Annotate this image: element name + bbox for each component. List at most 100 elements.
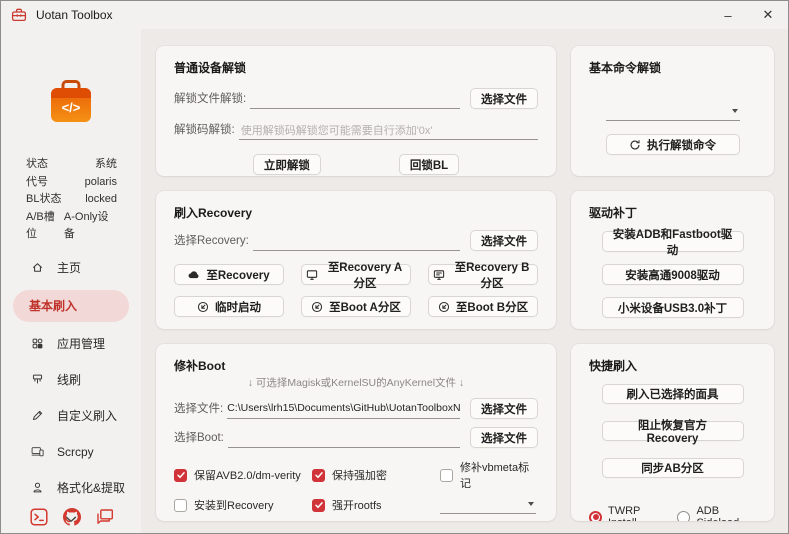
sidebar: </> 状态 系统 代号 polaris BL状态 locked bbox=[1, 29, 141, 534]
radio-twrp-install[interactable]: TWRP Install bbox=[589, 505, 663, 521]
screen-mirror-icon bbox=[31, 445, 44, 458]
sidebar-item-home[interactable]: 主页 bbox=[1, 254, 141, 282]
flash-boot-b-button[interactable]: 至Boot B分区 bbox=[428, 296, 538, 317]
flash-recovery-a-button[interactable]: 至Recovery A分区 bbox=[301, 264, 411, 285]
patch-file-path[interactable]: C:\Users\lrh15\Documents\GitHub\UotanToo… bbox=[227, 402, 460, 419]
sidebar-item-label: 主页 bbox=[57, 259, 81, 276]
power-icon bbox=[438, 301, 450, 313]
block-stock-recovery-restore-button[interactable]: 阻止恢复官方Recovery bbox=[602, 421, 744, 441]
choose-unlock-file-button[interactable]: 选择文件 bbox=[470, 88, 538, 109]
terminal-icon[interactable] bbox=[30, 508, 48, 526]
status-label: A/B槽位 bbox=[26, 209, 64, 244]
checkbox-label: 强开rootfs bbox=[332, 497, 382, 513]
execute-unlock-command-button[interactable]: 执行解锁命令 bbox=[606, 134, 740, 155]
flash-to-recovery-button[interactable]: 至Recovery bbox=[174, 264, 284, 285]
flash-selected-magisk-button[interactable]: 刷入已选择的面具 bbox=[602, 384, 744, 404]
toolbox-app-icon bbox=[11, 7, 27, 23]
cable-flash-icon bbox=[31, 373, 44, 386]
card-device-unlock: 普通设备解锁 解锁文件解锁: 选择文件 解锁码解锁: 立即解锁 回锁BL bbox=[156, 46, 556, 176]
radio-label: TWRP Install bbox=[608, 505, 663, 521]
xiaomi-usb3-patch-button[interactable]: 小米设备USB3.0补丁 bbox=[602, 297, 744, 318]
card-driver-patch: 驱动补丁 安装ADB和Fastboot驱动 安装高通9008驱动 小米设备USB… bbox=[571, 191, 774, 329]
flash-boot-a-button[interactable]: 至Boot A分区 bbox=[301, 296, 411, 317]
sidebar-item-scrcpy[interactable]: Scrcpy bbox=[1, 438, 141, 466]
install-adb-fastboot-driver-button[interactable]: 安装ADB和Fastboot驱动 bbox=[602, 231, 744, 252]
checkbox-force-rootfs[interactable]: 强开rootfs bbox=[312, 496, 440, 514]
card-title: 刷入Recovery bbox=[174, 204, 538, 221]
chevron-down-icon bbox=[528, 502, 534, 506]
sidebar-item-basic-flash[interactable]: 基本刷入 bbox=[13, 290, 129, 322]
unlock-command-select[interactable] bbox=[606, 103, 740, 121]
recovery-file-input[interactable] bbox=[253, 234, 460, 251]
checkbox-box[interactable] bbox=[440, 469, 453, 482]
status-row: A/B槽位 A-Only设备 bbox=[26, 209, 117, 244]
sidebar-item-label: 基本刷入 bbox=[29, 297, 77, 314]
checkbox-label: 保留AVB2.0/dm-verity bbox=[194, 467, 301, 483]
card-quick-flash: 快捷刷入 刷入已选择的面具 阻止恢复官方Recovery 同步AB分区 TWRP… bbox=[571, 344, 774, 521]
sidebar-footer bbox=[30, 508, 114, 526]
unlock-code-input[interactable] bbox=[239, 122, 538, 140]
uotan-toolbox-window: Uotan Toolbox – ✕ bbox=[0, 0, 789, 534]
main-content: 普通设备解锁 解锁文件解锁: 选择文件 解锁码解锁: 立即解锁 回锁BL 基本命… bbox=[141, 29, 788, 534]
card-command-unlock: 基本命令解锁 执行解锁命令 bbox=[571, 46, 774, 176]
choose-boot-file-button[interactable]: 选择文件 bbox=[470, 427, 538, 448]
checkbox-box[interactable] bbox=[312, 469, 325, 482]
status-row: 状态 系统 bbox=[26, 156, 117, 174]
status-label: 状态 bbox=[26, 156, 48, 174]
unlock-code-label: 解锁码解锁: bbox=[174, 121, 235, 140]
radio-label: ADB Sideload bbox=[696, 505, 756, 521]
checkbox-patch-vbmeta[interactable]: 修补vbmeta标记 bbox=[440, 459, 538, 491]
choose-recovery-file-button[interactable]: 选择文件 bbox=[470, 230, 538, 251]
checkbox-label: 修补vbmeta标记 bbox=[460, 459, 538, 491]
flash-recovery-b-button[interactable]: 至Recovery B分区 bbox=[428, 264, 538, 285]
sidebar-item-label: 自定义刷入 bbox=[57, 407, 117, 424]
status-row: BL状态 locked bbox=[26, 191, 117, 209]
card-title: 基本命令解锁 bbox=[589, 59, 756, 76]
checkbox-box[interactable] bbox=[174, 499, 187, 512]
power-icon bbox=[197, 301, 209, 313]
patch-file-label: 选择文件: bbox=[174, 400, 223, 419]
sidebar-item-wire-flash[interactable]: 线刷 bbox=[1, 366, 141, 394]
choose-patch-file-button[interactable]: 选择文件 bbox=[470, 398, 538, 419]
sidebar-item-custom-flash[interactable]: 自定义刷入 bbox=[1, 402, 141, 430]
unlock-now-button[interactable]: 立即解锁 bbox=[253, 154, 321, 175]
sidebar-item-label: 应用管理 bbox=[57, 335, 105, 352]
select-recovery-label: 选择Recovery: bbox=[174, 232, 249, 251]
status-value: polaris bbox=[85, 174, 117, 192]
feedback-icon[interactable] bbox=[96, 508, 114, 526]
checkbox-install-to-recovery[interactable]: 安装到Recovery bbox=[174, 496, 312, 514]
sidebar-item-app-management[interactable]: 应用管理 bbox=[1, 330, 141, 358]
monitor-lines-icon bbox=[433, 269, 445, 281]
unlock-file-label: 解锁文件解锁: bbox=[174, 90, 246, 109]
sidebar-item-format-extract[interactable]: 格式化&提取 bbox=[1, 474, 141, 502]
vbmeta-option-select[interactable] bbox=[440, 498, 536, 514]
checkbox-box[interactable] bbox=[312, 499, 325, 512]
boot-file-input[interactable] bbox=[228, 431, 460, 448]
close-button[interactable]: ✕ bbox=[748, 1, 788, 29]
card-title: 修补Boot bbox=[174, 357, 538, 374]
cloud-icon bbox=[188, 269, 200, 281]
radio-button[interactable] bbox=[677, 511, 690, 522]
apps-icon bbox=[31, 337, 44, 350]
github-icon[interactable] bbox=[63, 508, 81, 526]
checkbox-keep-encryption[interactable]: 保持强加密 bbox=[312, 459, 440, 491]
unlock-file-input[interactable] bbox=[250, 92, 460, 109]
card-title: 普通设备解锁 bbox=[174, 59, 538, 76]
sidebar-nav: 主页 基本刷入 应用管理 bbox=[1, 254, 141, 502]
sync-ab-partitions-button[interactable]: 同步AB分区 bbox=[602, 458, 744, 478]
checkbox-box[interactable] bbox=[174, 469, 187, 482]
uotan-logo: </> bbox=[49, 79, 93, 130]
minimize-button[interactable]: – bbox=[708, 1, 748, 29]
svg-text:</>: </> bbox=[62, 100, 81, 115]
relock-bl-button[interactable]: 回锁BL bbox=[399, 154, 459, 175]
radio-adb-sideload[interactable]: ADB Sideload bbox=[677, 505, 756, 521]
status-value: locked bbox=[85, 191, 117, 209]
temp-boot-button[interactable]: 临时启动 bbox=[174, 296, 284, 317]
checkbox-keep-avb-dmverity[interactable]: 保留AVB2.0/dm-verity bbox=[174, 459, 312, 491]
card-title: 驱动补丁 bbox=[589, 204, 756, 221]
power-icon bbox=[311, 301, 323, 313]
sidebar-item-label: 线刷 bbox=[57, 371, 81, 388]
install-qualcomm-9008-driver-button[interactable]: 安装高通9008驱动 bbox=[602, 264, 744, 285]
checkbox-label: 保持强加密 bbox=[332, 467, 387, 483]
radio-button[interactable] bbox=[589, 511, 602, 522]
